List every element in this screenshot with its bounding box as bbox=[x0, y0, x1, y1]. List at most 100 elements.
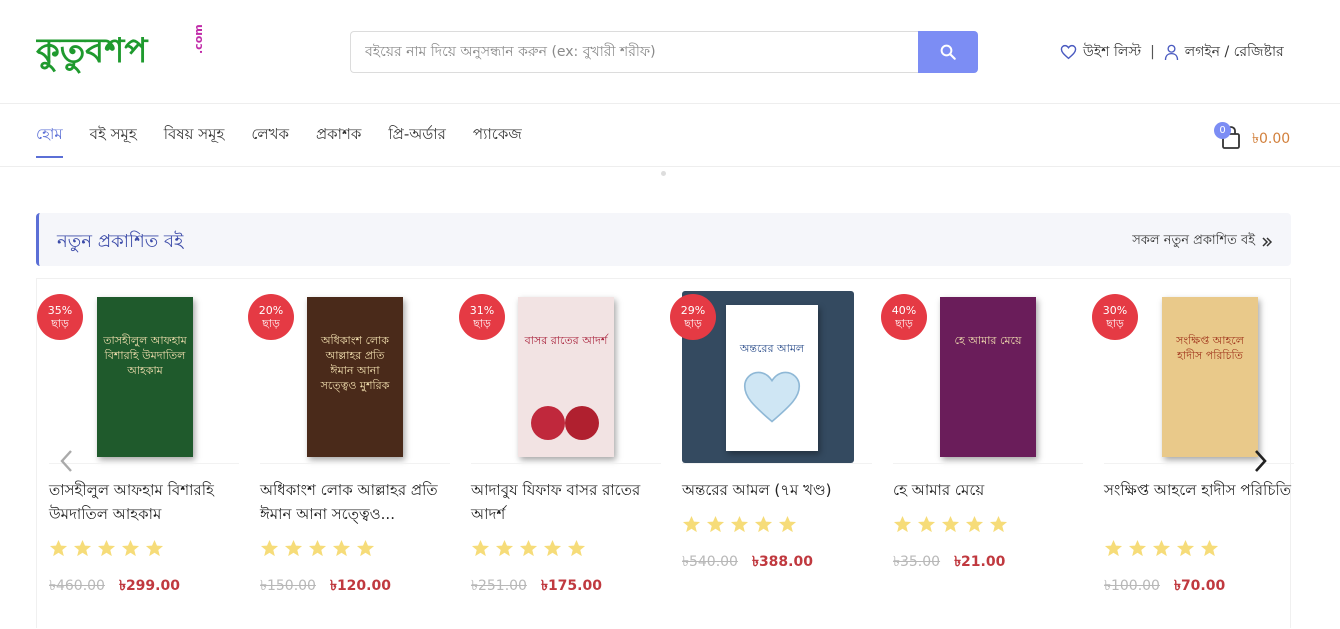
rating-stars bbox=[1104, 539, 1219, 558]
card-divider bbox=[682, 463, 872, 464]
book-cover: হে আমার মেয়ে bbox=[940, 297, 1036, 457]
product-card[interactable]: 29% ছাড় অন্তরের আমল অন্তরের আমল (৭ম খণ্ড) ৳… bbox=[670, 279, 882, 629]
star-icon bbox=[543, 539, 562, 557]
rating-stars bbox=[682, 515, 797, 534]
discount-word: ছাড় bbox=[684, 317, 702, 330]
discount-word: ছাড় bbox=[51, 317, 69, 330]
discount-word: ছাড় bbox=[473, 317, 491, 330]
book-cover: অন্তরের আমল bbox=[726, 305, 818, 451]
cover-title: অধিকাংশ লোক আল্লাহর প্রতি ঈমান আনা সত্ত্… bbox=[320, 334, 390, 392]
account-links: উইশ লিস্ট | লগইন / রেজিষ্টার bbox=[1060, 40, 1284, 64]
new-price: ৳299.00 bbox=[118, 578, 180, 594]
product-title[interactable]: আদাবুয যিফাফ বাসর রাতের আদর্শ bbox=[471, 478, 671, 526]
view-all-label: সকল নতুন প্রকাশিত বই bbox=[1132, 233, 1255, 248]
star-icon bbox=[73, 539, 92, 557]
old-price: ৳251.00 bbox=[471, 578, 527, 594]
logo-text: কুতুবশপ bbox=[36, 31, 149, 73]
account-separator: | bbox=[1150, 44, 1155, 60]
wishlist-link[interactable]: উইশ লিস্ট bbox=[1083, 40, 1141, 64]
nav-item-4[interactable]: প্রকাশক bbox=[316, 123, 361, 158]
book-cover: বাসর রাতের আদর্শ bbox=[518, 297, 614, 457]
cover-title: অন্তরের আমল bbox=[739, 342, 805, 355]
rating-stars bbox=[471, 539, 586, 558]
product-title[interactable]: সংক্ষিপ্ত আহলে হাদীস পরিচিতি bbox=[1104, 478, 1304, 502]
product-image[interactable]: 31% ছাড় বাসর রাতের আদর্শ bbox=[459, 291, 661, 463]
product-price: ৳251.00 ৳175.00 bbox=[471, 574, 602, 598]
cart-count-badge: 0 bbox=[1214, 122, 1231, 139]
discount-percent: 40% bbox=[891, 304, 917, 317]
carousel-next-button[interactable] bbox=[1249, 446, 1273, 476]
user-icon bbox=[1164, 44, 1178, 60]
star-icon bbox=[1176, 539, 1195, 557]
nav-item-0[interactable]: হোম bbox=[36, 123, 63, 158]
discount-percent: 30% bbox=[1102, 304, 1128, 317]
star-icon bbox=[730, 515, 749, 533]
search-bar bbox=[350, 31, 978, 73]
nav-item-6[interactable]: প্যাকেজ bbox=[473, 123, 522, 158]
star-icon bbox=[706, 515, 725, 533]
star-icon bbox=[519, 539, 538, 557]
product-card[interactable]: 35% ছাড় তাসহীলুল আফহাম বিশারহি উমদাতিল আহ… bbox=[37, 279, 249, 629]
cart-total[interactable]: ৳0.00 bbox=[1252, 127, 1290, 151]
nav-item-1[interactable]: বই সমূহ bbox=[90, 123, 137, 158]
product-title[interactable]: অধিকাংশ লোক আল্লাহর প্রতি ঈমান আনা সত্ত্… bbox=[260, 478, 460, 526]
discount-percent: 35% bbox=[47, 304, 73, 317]
discount-badge: 30% ছাড় bbox=[1092, 294, 1138, 340]
discount-word: ছাড় bbox=[1106, 317, 1124, 330]
card-divider bbox=[260, 463, 450, 464]
discount-badge: 20% ছাড় bbox=[248, 294, 294, 340]
search-button[interactable] bbox=[918, 31, 978, 73]
star-icon bbox=[1200, 539, 1219, 557]
old-price: ৳540.00 bbox=[682, 554, 738, 570]
star-icon bbox=[308, 539, 327, 557]
product-title[interactable]: তাসহীলুল আফহাম বিশারহি উমদাতিল আহকাম bbox=[49, 478, 249, 526]
product-card[interactable]: 20% ছাড় অধিকাংশ লোক আল্লাহর প্রতি ঈমান আন… bbox=[248, 279, 460, 629]
product-image[interactable]: 40% ছাড় হে আমার মেয়ে bbox=[881, 291, 1083, 463]
old-price: ৳35.00 bbox=[893, 554, 941, 570]
star-icon bbox=[145, 539, 164, 557]
product-image[interactable]: 35% ছাড় তাসহীলুল আফহাম বিশারহি উমদাতিল আহ… bbox=[37, 291, 239, 463]
new-price: ৳120.00 bbox=[329, 578, 391, 594]
star-icon bbox=[1152, 539, 1171, 557]
new-price: ৳388.00 bbox=[751, 554, 813, 570]
carousel-prev-button[interactable] bbox=[54, 446, 78, 476]
product-title[interactable]: হে আমার মেয়ে bbox=[893, 478, 1093, 502]
discount-badge: 29% ছাড় bbox=[670, 294, 716, 340]
main-nav: হোম বই সমূহ বিষয় সমূহ লেখক প্রকাশক প্রি-অর্ড… bbox=[0, 105, 1340, 167]
product-image[interactable]: 30% ছাড় সংক্ষিপ্ত আহলে হাদীস পরিচিতি bbox=[1092, 291, 1294, 463]
star-icon bbox=[49, 539, 68, 557]
ice-heart-illustration bbox=[743, 371, 801, 423]
product-card[interactable]: 40% ছাড় হে আমার মেয়ে হে আমার মেয়ে ৳35.00 ৳… bbox=[881, 279, 1093, 629]
product-price: ৳540.00 ৳388.00 bbox=[682, 550, 813, 574]
star-icon bbox=[260, 539, 279, 557]
nav-item-2[interactable]: বিষয় সমূহ bbox=[164, 123, 225, 158]
star-icon bbox=[754, 515, 773, 533]
discount-badge: 40% ছাড় bbox=[881, 294, 927, 340]
site-logo[interactable]: কুতুবশপ .com bbox=[35, 20, 206, 76]
product-card[interactable]: 30% ছাড় সংক্ষিপ্ত আহলে হাদীস পরিচিতি সংক্ষ… bbox=[1092, 279, 1304, 629]
heart-icon bbox=[1060, 44, 1077, 60]
nav-item-3[interactable]: লেখক bbox=[251, 123, 289, 158]
product-image[interactable]: 29% ছাড় অন্তরের আমল bbox=[670, 291, 872, 463]
view-all-new-books-link[interactable]: সকল নতুন প্রকাশিত বই bbox=[1132, 231, 1273, 252]
cover-title: তাসহীলুল আফহাম বিশারহি উমদাতিল আহকাম bbox=[103, 334, 187, 377]
nav-item-5[interactable]: প্রি-অর্ডার bbox=[388, 123, 446, 158]
login-link[interactable]: লগইন / রেজিষ্টার bbox=[1185, 40, 1284, 64]
star-icon bbox=[941, 515, 960, 533]
cover-title: হে আমার মেয়ে bbox=[954, 334, 1022, 347]
product-card[interactable]: 31% ছাড় বাসর রাতের আদর্শ আদাবুয যিফাফ বাসর… bbox=[459, 279, 671, 629]
product-title[interactable]: অন্তরের আমল (৭ম খণ্ড) bbox=[682, 478, 882, 502]
cart-button[interactable]: 0 bbox=[1214, 122, 1244, 152]
search-input[interactable] bbox=[350, 31, 918, 73]
star-icon bbox=[1128, 539, 1147, 557]
new-price: ৳70.00 bbox=[1173, 578, 1226, 594]
new-price: ৳21.00 bbox=[954, 554, 1006, 570]
discount-percent: 20% bbox=[258, 304, 284, 317]
chevron-right-icon bbox=[1255, 450, 1267, 472]
card-divider bbox=[471, 463, 661, 464]
slider-dot[interactable] bbox=[661, 171, 666, 176]
product-image[interactable]: 20% ছাড় অধিকাংশ লোক আল্লাহর প্রতি ঈমান আন… bbox=[248, 291, 450, 463]
old-price: ৳150.00 bbox=[260, 578, 316, 594]
star-icon bbox=[917, 515, 936, 533]
roses-illustration bbox=[531, 406, 599, 440]
